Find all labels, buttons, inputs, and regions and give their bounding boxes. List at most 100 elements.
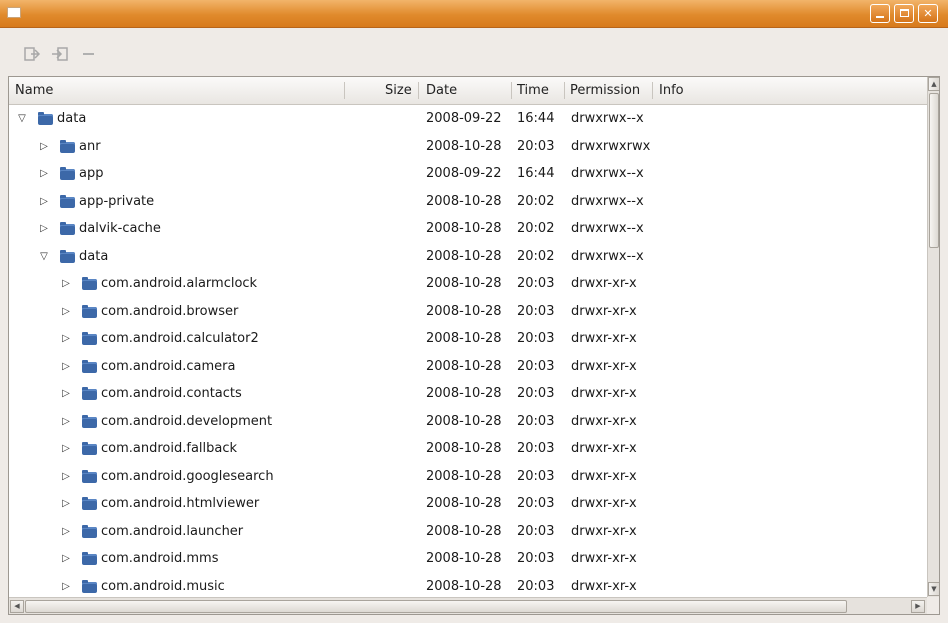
table-row[interactable]: ▷ com.android.calculator2 2008-10-28 20:03 d… (9, 325, 927, 353)
expand-arrow-icon[interactable]: ▷ (61, 298, 71, 326)
expand-arrow-icon[interactable]: ▷ (61, 573, 71, 598)
expand-arrow-icon[interactable]: ▷ (61, 463, 71, 491)
collapse-arrow-icon[interactable]: ▽ (39, 243, 49, 271)
table-row[interactable]: ▷ com.android.alarmclock 2008-10-28 20:03 dr… (9, 270, 927, 298)
minimize-button[interactable] (870, 4, 890, 23)
file-time: 20:03 (517, 138, 555, 154)
file-time: 16:44 (517, 111, 555, 126)
pull-file-button[interactable] (23, 45, 41, 63)
expand-arrow-icon[interactable]: ▷ (61, 325, 71, 353)
scroll-corner (927, 597, 939, 614)
expand-arrow-icon[interactable]: ▷ (61, 408, 71, 436)
scroll-left-button[interactable]: ◀ (10, 600, 24, 613)
file-name: com.android.fallback (101, 441, 238, 456)
horizontal-scrollbar[interactable]: ◀ ▶ (9, 597, 927, 614)
folder-icon (82, 414, 97, 428)
table-row[interactable]: ▷ com.android.launcher 2008-10-28 20:03 drwx… (9, 518, 927, 546)
file-date: 2008-10-28 (426, 331, 502, 346)
column-divider[interactable] (418, 82, 419, 99)
table-row[interactable]: ▽ data 2008-10-28 20:02 drwxrwx--x (9, 243, 927, 271)
file-permission: drwxrwx--x (571, 166, 644, 181)
table-row[interactable]: ▷ com.android.browser 2008-10-28 20:03 drwxr… (9, 298, 927, 326)
table-row[interactable]: ▽ data 2008-09-22 16:44 drwxrwx--x (9, 105, 927, 133)
file-permission: drwxrwx--x (571, 221, 644, 236)
horizontal-scroll-thumb[interactable] (25, 600, 847, 613)
file-name: dalvik-cache (79, 221, 161, 236)
scroll-down-button[interactable]: ▼ (928, 582, 939, 596)
expand-arrow-icon[interactable]: ▷ (61, 518, 71, 546)
table-row[interactable]: ▷ com.android.fallback 2008-10-28 20:03 drwx… (9, 435, 927, 463)
file-permission: drwxr-xr-x (571, 578, 637, 594)
file-date: 2008-10-28 (426, 468, 502, 484)
file-time: 20:03 (517, 441, 555, 456)
file-date: 2008-10-28 (426, 386, 502, 401)
file-time: 20:03 (517, 413, 555, 429)
expand-arrow-icon[interactable]: ▷ (39, 188, 49, 216)
expand-arrow-icon[interactable]: ▷ (61, 490, 71, 518)
expand-arrow-icon[interactable]: ▷ (61, 353, 71, 381)
toolbar (0, 28, 948, 72)
expand-arrow-icon[interactable]: ▷ (61, 270, 71, 298)
table-row[interactable]: ▷ com.android.music 2008-10-28 20:03 drwxr-x… (9, 573, 927, 598)
table-row[interactable]: ▷ app 2008-09-22 16:44 drwxrwx--x (9, 160, 927, 188)
table-row[interactable]: ▷ com.android.contacts 2008-10-28 20:03 drwx… (9, 380, 927, 408)
scroll-right-button[interactable]: ▶ (911, 600, 925, 613)
column-divider[interactable] (344, 82, 345, 99)
expand-arrow-icon[interactable]: ▷ (39, 160, 49, 188)
folder-icon (82, 359, 97, 373)
file-time: 20:03 (517, 358, 555, 374)
file-name: com.android.mms (101, 551, 219, 566)
file-time: 20:02 (517, 221, 555, 236)
folder-icon (82, 277, 97, 290)
table-row[interactable]: ▷ com.android.htmlviewer 2008-10-28 20:03 dr… (9, 490, 927, 518)
header-info[interactable]: Info (659, 77, 684, 104)
delete-button[interactable] (80, 45, 98, 63)
folder-icon (82, 387, 97, 400)
close-icon: ✕ (923, 7, 933, 20)
delete-icon (83, 53, 94, 55)
expand-arrow-icon[interactable]: ▷ (61, 380, 71, 408)
expand-arrow-icon[interactable]: ▷ (61, 435, 71, 463)
table-row[interactable]: ▷ com.android.mms 2008-10-28 20:03 drwxr-xr-… (9, 545, 927, 573)
folder-icon (60, 194, 75, 208)
file-name: com.android.camera (101, 358, 236, 374)
table-row[interactable]: ▷ app-private 2008-10-28 20:02 drwxrwx--x (9, 188, 927, 216)
expand-arrow-icon[interactable]: ▷ (39, 215, 49, 243)
column-divider[interactable] (652, 82, 653, 99)
title-bar[interactable]: ✕ (0, 0, 948, 28)
table-row[interactable]: ▷ com.android.development 2008-10-28 20:03 d… (9, 408, 927, 436)
file-date: 2008-10-28 (426, 221, 502, 236)
expand-arrow-icon[interactable]: ▷ (39, 133, 49, 161)
column-divider[interactable] (564, 82, 565, 99)
table-row[interactable]: ▷ anr 2008-10-28 20:03 drwxrwxrwx (9, 133, 927, 161)
table-row[interactable]: ▷ com.android.camera 2008-10-28 20:03 drwxr-… (9, 353, 927, 381)
folder-icon (82, 579, 97, 593)
folder-icon (60, 167, 75, 180)
push-file-button[interactable] (51, 45, 69, 63)
header-date[interactable]: Date (426, 77, 457, 104)
window-icon[interactable] (7, 7, 21, 18)
table-row[interactable]: ▷ dalvik-cache 2008-10-28 20:02 drwxrwx--x (9, 215, 927, 243)
column-divider[interactable] (511, 82, 512, 99)
folder-icon (38, 112, 53, 125)
folder-icon (82, 552, 97, 565)
header-size[interactable]: Size (385, 77, 412, 104)
file-date: 2008-10-28 (426, 358, 502, 374)
vertical-scroll-thumb[interactable] (929, 93, 939, 248)
vertical-scrollbar[interactable]: ▲ ▼ (927, 77, 939, 597)
header-time[interactable]: Time (517, 77, 549, 104)
scroll-up-button[interactable]: ▲ (928, 77, 939, 91)
column-header: Name Size Date Time Permission Info (9, 77, 927, 105)
collapse-arrow-icon[interactable]: ▽ (17, 105, 27, 133)
maximize-button[interactable] (894, 4, 914, 23)
header-permission[interactable]: Permission (570, 77, 640, 104)
header-name[interactable]: Name (15, 77, 53, 104)
close-button[interactable]: ✕ (918, 4, 938, 23)
table-row[interactable]: ▷ com.android.googlesearch 2008-10-28 20:03… (9, 463, 927, 491)
maximize-icon (900, 9, 909, 17)
file-name: data (79, 248, 109, 264)
file-time: 20:02 (517, 193, 555, 209)
file-permission: drwxr-xr-x (571, 496, 637, 511)
expand-arrow-icon[interactable]: ▷ (61, 545, 71, 573)
pull-file-icon (24, 47, 41, 61)
